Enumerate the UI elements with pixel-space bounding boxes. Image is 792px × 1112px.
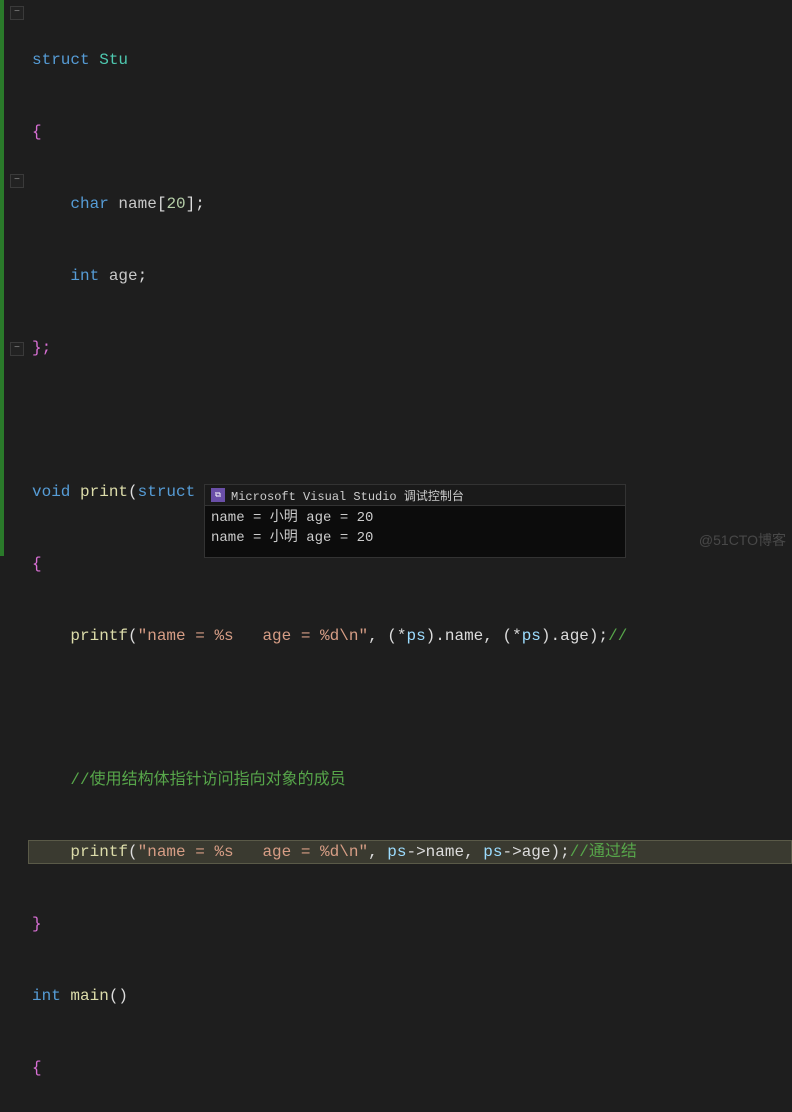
code-line: printf("name = %s age = %d\n", (*ps).nam…	[28, 624, 792, 648]
console-title-text: Microsoft Visual Studio 调试控制台	[231, 487, 464, 504]
vs-icon: ⧉	[211, 488, 225, 502]
code-line: }	[28, 912, 792, 936]
code-line: char name[20];	[28, 192, 792, 216]
code-line: {	[28, 1056, 792, 1080]
code-line	[28, 696, 792, 720]
code-line: int main()	[28, 984, 792, 1008]
code-line	[28, 408, 792, 432]
code-line: int age;	[28, 264, 792, 288]
code-line: {	[28, 120, 792, 144]
fold-icon[interactable]: −	[10, 342, 24, 356]
code-line: struct Stu	[28, 48, 792, 72]
code-line: };	[28, 336, 792, 360]
console-line: name = 小明 age = 20	[211, 528, 619, 548]
code-line: //使用结构体指针访问指向对象的成员	[28, 768, 792, 792]
console-titlebar[interactable]: ⧉ Microsoft Visual Studio 调试控制台	[205, 485, 625, 506]
watermark: @51CTO博客	[699, 530, 786, 550]
fold-gutter: − − −	[8, 0, 28, 556]
debug-console-window[interactable]: ⧉ Microsoft Visual Studio 调试控制台 name = 小…	[204, 484, 626, 558]
fold-icon[interactable]: −	[10, 6, 24, 20]
fold-icon[interactable]: −	[10, 174, 24, 188]
console-line: name = 小明 age = 20	[211, 508, 619, 528]
code-editor[interactable]: − − − struct Stu { char name[20]; int ag…	[0, 0, 792, 556]
code-line-current: printf("name = %s age = %d\n", ps->name,…	[28, 840, 792, 864]
console-output: name = 小明 age = 20 name = 小明 age = 20	[205, 506, 625, 550]
